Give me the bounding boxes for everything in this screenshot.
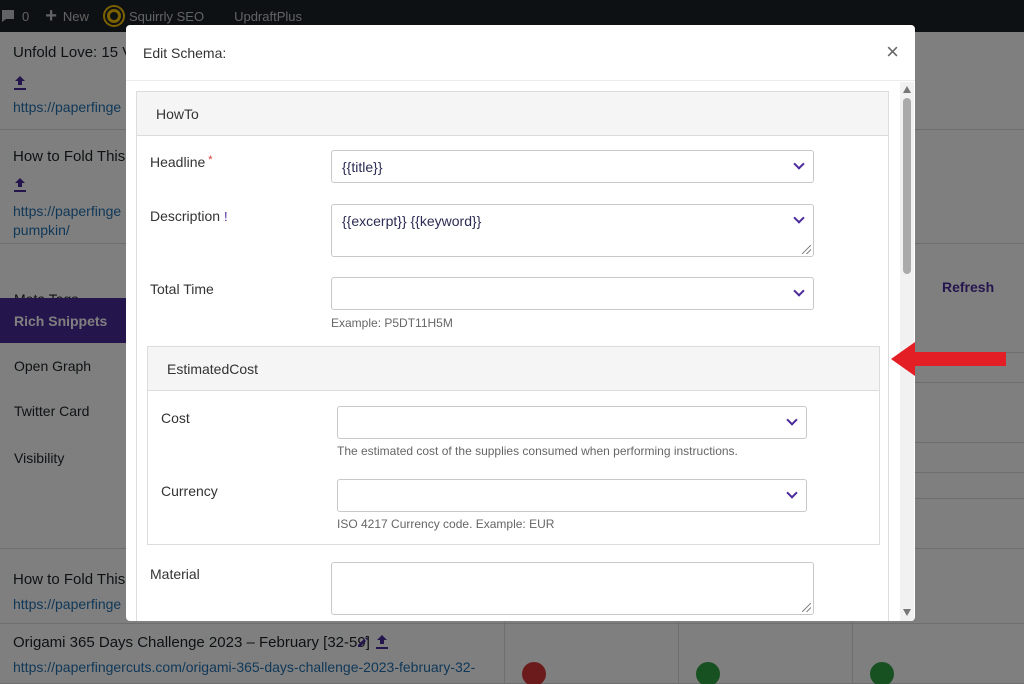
material-textarea[interactable] xyxy=(331,562,814,615)
headline-input[interactable]: {{title}} xyxy=(331,150,814,183)
currency-help: ISO 4217 Currency code. Example: EUR xyxy=(337,517,555,531)
chevron-down-icon[interactable] xyxy=(793,285,805,297)
cost-input[interactable] xyxy=(337,406,807,439)
chevron-down-icon[interactable] xyxy=(793,158,805,170)
chevron-down-icon[interactable] xyxy=(793,212,805,224)
scroll-up-icon[interactable] xyxy=(903,86,911,93)
modal-header: Edit Schema: × xyxy=(126,25,915,81)
resize-handle-icon[interactable] xyxy=(802,603,811,612)
estimated-cost-panel: EstimatedCost Cost The estimated cost of… xyxy=(147,346,880,545)
required-marker: * xyxy=(208,154,213,166)
material-label: Material xyxy=(150,566,200,582)
description-value: {{excerpt}} {{keyword}} xyxy=(342,213,482,229)
resize-handle-icon[interactable] xyxy=(802,245,811,254)
currency-label: Currency xyxy=(161,483,218,499)
total-time-label: Total Time xyxy=(150,281,214,297)
howto-panel: HowTo Headline * {{title}} Description! {… xyxy=(136,91,889,621)
headline-label-text: Headline xyxy=(150,154,206,170)
chevron-down-icon[interactable] xyxy=(786,487,798,499)
edit-schema-modal: Edit Schema: × HowTo Headline * {{title}}… xyxy=(126,25,915,621)
modal-title: Edit Schema: xyxy=(143,45,227,61)
modal-body: HowTo Headline * {{title}} Description! {… xyxy=(126,82,915,621)
scroll-down-icon[interactable] xyxy=(903,609,911,616)
headline-label: Headline * xyxy=(150,154,213,170)
howto-heading: HowTo xyxy=(156,106,199,122)
howto-panel-header: HowTo xyxy=(137,92,888,136)
total-time-input[interactable] xyxy=(331,277,814,310)
estimated-cost-header: EstimatedCost xyxy=(148,347,879,391)
warning-marker: ! xyxy=(224,209,228,224)
description-label-text: Description xyxy=(150,208,221,224)
scroll-thumb[interactable] xyxy=(903,98,911,274)
headline-value: {{title}} xyxy=(342,159,383,175)
close-icon[interactable]: × xyxy=(886,41,899,63)
estimated-cost-heading: EstimatedCost xyxy=(167,361,259,377)
description-label: Description! xyxy=(150,208,228,224)
description-textarea[interactable]: {{excerpt}} {{keyword}} xyxy=(331,204,814,257)
cost-help: The estimated cost of the supplies consu… xyxy=(337,444,738,458)
chevron-down-icon[interactable] xyxy=(786,414,798,426)
total-time-help: Example: P5DT11H5M xyxy=(331,316,453,330)
currency-input[interactable] xyxy=(337,479,807,512)
cost-label: Cost xyxy=(161,410,190,426)
red-arrow-icon xyxy=(891,342,1006,376)
